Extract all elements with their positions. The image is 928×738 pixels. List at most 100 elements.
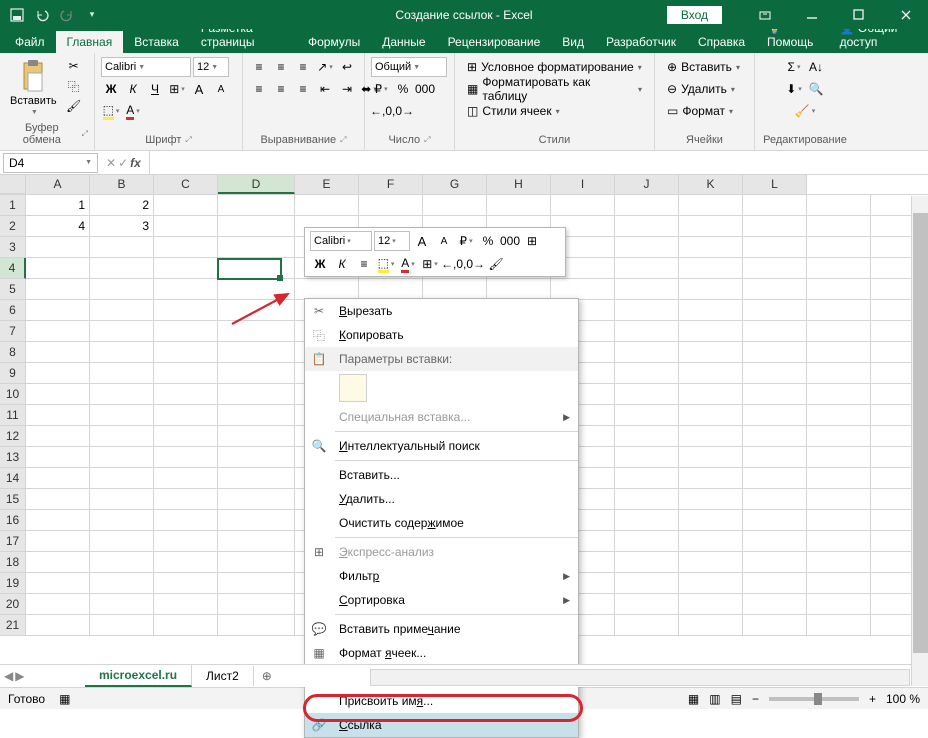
tab-review[interactable]: Рецензирование	[437, 31, 552, 53]
fill-color-button[interactable]: ⬚▾	[101, 101, 121, 121]
mini-incdec-icon[interactable]: ←,0	[442, 254, 462, 274]
row-2[interactable]: 2	[0, 216, 26, 237]
shrink-font-icon[interactable]: A	[211, 79, 231, 99]
add-sheet-button[interactable]: ⊕	[254, 669, 280, 683]
paste-button[interactable]: Вставить▼	[6, 57, 61, 118]
mini-shrink-icon[interactable]: A	[434, 231, 454, 251]
ctx-link[interactable]: 🔗Ссылка	[305, 713, 578, 737]
indent-dec-icon[interactable]: ⇤	[315, 79, 335, 99]
fill-icon[interactable]: ⬇▾	[784, 79, 804, 99]
mini-fill-icon[interactable]: ⬚▾	[376, 254, 396, 274]
orientation-icon[interactable]: ↗▾	[315, 57, 335, 77]
row-15[interactable]: 15	[0, 489, 26, 510]
col-I[interactable]: I	[551, 175, 615, 194]
mini-align-icon[interactable]: ≡	[354, 254, 374, 274]
horizontal-scrollbar[interactable]	[370, 669, 910, 686]
mini-size-combo[interactable]: 12▾	[374, 231, 410, 251]
ctx-insert-comment[interactable]: 💬Вставить примечание	[305, 617, 578, 641]
row-9[interactable]: 9	[0, 363, 26, 384]
zoom-slider[interactable]	[769, 697, 859, 701]
sheet-next-icon[interactable]: ▶	[15, 669, 24, 683]
minimize-icon[interactable]	[789, 0, 834, 29]
tab-home[interactable]: Главная	[56, 31, 124, 53]
col-C[interactable]: C	[154, 175, 218, 194]
grow-font-icon[interactable]: A	[189, 79, 209, 99]
view-layout-icon[interactable]: ▥	[709, 692, 720, 706]
view-break-icon[interactable]: ▤	[731, 692, 742, 706]
sheet-prev-icon[interactable]: ◀	[4, 669, 13, 683]
row-4[interactable]: 4	[0, 258, 26, 279]
tab-formulas[interactable]: Формулы	[297, 31, 371, 53]
ctx-insert[interactable]: Вставить...	[305, 463, 578, 487]
format-painter-icon[interactable]: 🖌	[65, 97, 83, 115]
col-G[interactable]: G	[423, 175, 487, 194]
cond-format-button[interactable]: ⊞ Условное форматирование▾	[461, 57, 648, 77]
dialog-launcher-icon[interactable]: ⤢	[424, 135, 430, 145]
format-table-button[interactable]: ▦ Форматировать как таблицу▾	[461, 79, 648, 99]
col-D[interactable]: D	[218, 175, 295, 194]
wrap-text-icon[interactable]: ↩	[337, 57, 357, 77]
col-B[interactable]: B	[90, 175, 154, 194]
row-10[interactable]: 10	[0, 384, 26, 405]
view-normal-icon[interactable]: ▦	[688, 692, 699, 706]
row-7[interactable]: 7	[0, 321, 26, 342]
inc-decimal-icon[interactable]: ←,0	[371, 101, 391, 121]
percent-icon[interactable]: %	[393, 79, 413, 99]
col-K[interactable]: K	[679, 175, 743, 194]
comma-icon[interactable]: 000	[415, 79, 435, 99]
tab-view[interactable]: Вид	[551, 31, 595, 53]
close-icon[interactable]	[883, 0, 928, 29]
font-size-combo[interactable]: 12▼	[193, 57, 229, 77]
cut-icon[interactable]: ✂	[65, 57, 83, 75]
italic-button[interactable]: К	[123, 79, 143, 99]
tab-insert[interactable]: Вставка	[123, 31, 190, 53]
save-icon[interactable]	[6, 4, 28, 26]
align-center-icon[interactable]: ≡	[271, 79, 291, 99]
underline-button[interactable]: Ч	[145, 79, 165, 99]
col-F[interactable]: F	[359, 175, 423, 194]
align-left-icon[interactable]: ≡	[249, 79, 269, 99]
autosum-icon[interactable]: Σ▾	[784, 57, 804, 77]
insert-cells-button[interactable]: ⊕ Вставить▾	[661, 57, 746, 77]
mini-currency-icon[interactable]: ₽▾	[456, 231, 476, 251]
row-21[interactable]: 21	[0, 615, 26, 636]
mini-percent-icon[interactable]: %	[478, 231, 498, 251]
row-17[interactable]: 17	[0, 531, 26, 552]
row-11[interactable]: 11	[0, 405, 26, 426]
ctx-sort[interactable]: Сортировка▶	[305, 588, 578, 612]
zoom-value[interactable]: 100 %	[886, 692, 920, 706]
qat-customize-icon[interactable]: ▾	[81, 4, 103, 26]
formula-input[interactable]	[149, 151, 928, 174]
fx-icon[interactable]: fx	[130, 156, 141, 170]
mini-comma-icon[interactable]: 000	[500, 231, 520, 251]
row-14[interactable]: 14	[0, 468, 26, 489]
cell-styles-button[interactable]: ◫ Стили ячеек▾	[461, 101, 566, 121]
paste-option-icon[interactable]	[339, 374, 367, 402]
mini-grow-icon[interactable]: A	[412, 231, 432, 251]
align-bot-icon[interactable]: ≡	[293, 57, 313, 77]
mini-cond-icon[interactable]: ⊞	[522, 231, 542, 251]
enter-icon[interactable]: ✓	[118, 156, 128, 170]
macro-icon[interactable]: ▦	[59, 692, 70, 706]
row-12[interactable]: 12	[0, 426, 26, 447]
align-top-icon[interactable]: ≡	[249, 57, 269, 77]
ribbon-options-icon[interactable]	[742, 0, 787, 29]
ctx-smart-lookup[interactable]: 🔍Интеллектуальный поиск	[305, 434, 578, 458]
sort-filter-icon[interactable]: A↓	[806, 57, 826, 77]
col-A[interactable]: A	[26, 175, 90, 194]
col-E[interactable]: E	[295, 175, 359, 194]
align-mid-icon[interactable]: ≡	[271, 57, 291, 77]
indent-inc-icon[interactable]: ⇥	[337, 79, 357, 99]
sheet-2[interactable]: Лист2	[192, 666, 254, 686]
select-all-corner[interactable]	[0, 175, 26, 194]
ctx-delete[interactable]: Удалить...	[305, 487, 578, 511]
mini-italic-button[interactable]: К	[332, 254, 352, 274]
dialog-launcher-icon[interactable]: ⤢	[185, 135, 191, 145]
mini-painter-icon[interactable]: 🖌	[486, 254, 506, 274]
vertical-scrollbar[interactable]	[911, 196, 928, 686]
row-19[interactable]: 19	[0, 573, 26, 594]
ctx-copy[interactable]: ⿻Копировать	[305, 323, 578, 347]
maximize-icon[interactable]	[836, 0, 881, 29]
sheet-1[interactable]: microexcel.ru	[85, 665, 192, 687]
login-button[interactable]: Вход	[667, 6, 722, 24]
